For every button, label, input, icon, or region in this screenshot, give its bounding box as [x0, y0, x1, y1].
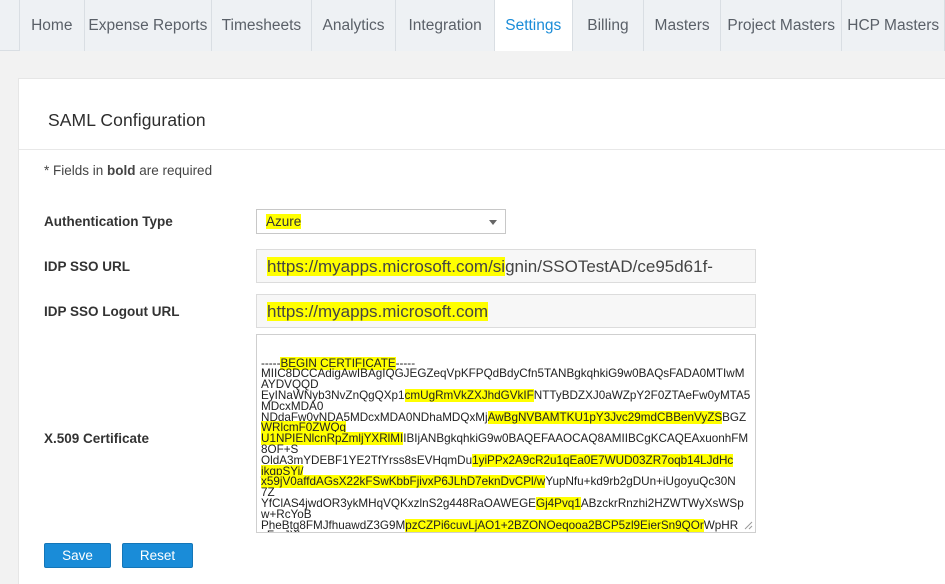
tab-hcp-masters[interactable]: HCP Masters [842, 0, 945, 51]
certificate-line: MIIC8DCCAdigAwIBAgIQGJEGZeqVpKFPQdBdyCfn… [261, 367, 745, 381]
certificate-line: EyINaWNyb3NvZnQgQXp1cmUgRmVkZXJhdGVkIFNT… [261, 388, 751, 402]
tab-home[interactable]: Home [19, 0, 85, 51]
idp-sso-url-value-rest: gnin/SSOTestAD/ce95d61f- [505, 257, 713, 276]
top-navigation: Home Expense Reports Timesheets Analytic… [0, 0, 945, 51]
required-fields-note: * Fields in bold are required [44, 163, 212, 178]
certificate-line: U1NPIENlcnRpZmljYXRlMIIBIjANBgkqhkiG9w0B… [261, 432, 749, 446]
auth-type-select[interactable]: Azure [256, 209, 506, 234]
nav-spacer [0, 0, 20, 50]
page-title: SAML Configuration [48, 110, 206, 130]
idp-logout-url-value: https://myapps.microsoft.com [267, 302, 489, 321]
required-note-prefix: * Fields in [44, 163, 108, 178]
certificate-line: PheBtg8FMJfhuawdZ3G9MpzCZPi6cuvLjAO1+2BZ… [261, 518, 739, 532]
tab-expense-reports[interactable]: Expense Reports [84, 0, 213, 51]
resize-handle-icon[interactable] [743, 520, 753, 530]
tab-billing[interactable]: Billing [572, 0, 645, 51]
auth-type-label: Authentication Type [44, 214, 173, 229]
auth-type-value: Azure [266, 214, 302, 229]
certificate-line: OldA3mYDEBF1YE2TfYrss8sEVHqmDu1yiPPx2A9c… [261, 453, 734, 467]
required-note-bold: bold [107, 163, 136, 178]
save-button[interactable]: Save [44, 543, 111, 568]
tab-masters[interactable]: Masters [644, 0, 721, 51]
idp-sso-url-value-highlight: https://myapps.microsoft.com/si [267, 257, 506, 276]
certificate-line: x59jV0affdAGsX22kFSwKbbFjivxP6JLhD7eknDv… [261, 475, 736, 489]
certificate-line: YfClAS4jwdOR3ykMHqVQKxzlnS2g448RaOAWEGEG… [261, 496, 744, 510]
tab-integration[interactable]: Integration [396, 0, 495, 51]
saml-configuration-panel: SAML Configuration * Fields in bold are … [18, 78, 945, 584]
reset-button[interactable]: Reset [122, 543, 193, 568]
tab-settings[interactable]: Settings [494, 0, 573, 51]
certificate-line: vFmJXh [261, 530, 751, 532]
title-divider [19, 149, 945, 150]
idp-logout-url-label: IDP SSO Logout URL [44, 304, 180, 319]
tab-analytics[interactable]: Analytics [311, 0, 397, 51]
tab-timesheets[interactable]: Timesheets [212, 0, 312, 51]
tab-project-masters[interactable]: Project Masters [720, 0, 843, 51]
idp-logout-url-input[interactable]: https://myapps.microsoft.com [256, 294, 756, 328]
certificate-textarea[interactable]: -----BEGIN CERTIFICATE----- MIIC8DCCAdigA… [256, 334, 756, 533]
idp-sso-url-label: IDP SSO URL [44, 259, 131, 274]
chevron-down-icon [489, 220, 497, 225]
required-note-suffix: are required [135, 163, 213, 178]
idp-sso-url-input[interactable]: https://myapps.microsoft.com/signin/SSOT… [256, 249, 756, 283]
certificate-label: X.509 Certificate [44, 431, 150, 446]
